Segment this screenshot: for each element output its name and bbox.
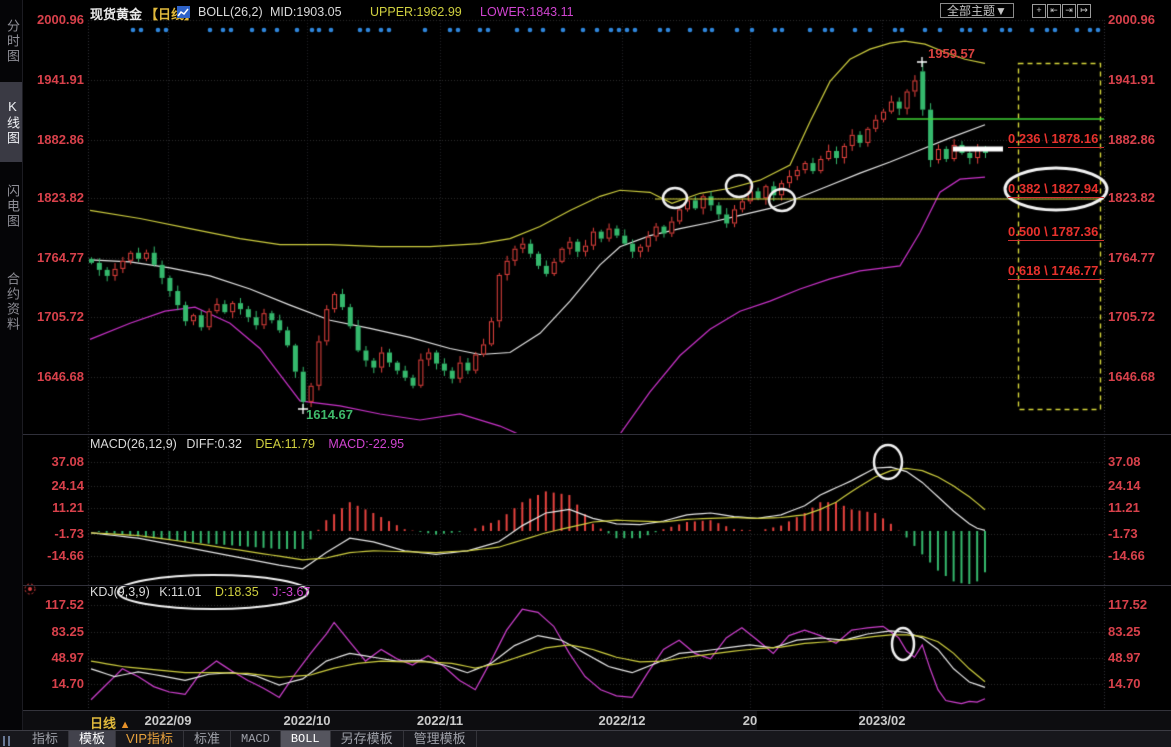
- macd-axis-label-left: -1.73: [24, 526, 84, 541]
- redaction-box: [757, 711, 859, 730]
- price-axis-label-right: 1764.77: [1108, 250, 1155, 265]
- chart-canvas[interactable]: [0, 0, 1171, 747]
- price-axis-label-left: 1705.72: [24, 309, 84, 324]
- macd-axis-label-left: 24.14: [24, 478, 84, 493]
- panel-divider: [0, 434, 1171, 435]
- date-label: 2022/11: [417, 713, 463, 728]
- kdj-axis-label-right: 48.97: [1108, 650, 1141, 665]
- fib-level-label[interactable]: 0.500 \ 1787.36: [1008, 224, 1104, 241]
- date-label: 2023/02: [859, 713, 906, 728]
- pan-icon[interactable]: +: [1032, 4, 1046, 18]
- kdj-axis-label-left: 83.25: [24, 624, 84, 639]
- kdj-d-value: D:18.35: [215, 585, 259, 599]
- peak-price-label: 1959.57: [928, 46, 975, 61]
- fib-level-label[interactable]: 0.236 \ 1878.16: [1008, 131, 1104, 148]
- kdj-axis-label-right: 14.70: [1108, 676, 1141, 691]
- date-label: 2022/09: [145, 713, 192, 728]
- kdj-axis-label-left: 48.97: [24, 650, 84, 665]
- price-axis-label-left: 1764.77: [24, 250, 84, 265]
- sidebar: 分时图 K线图闪电图合约资料: [0, 0, 23, 730]
- macd-axis-label-left: -14.66: [24, 548, 84, 563]
- date-label: 2022/10: [284, 713, 331, 728]
- boll-upper-value: UPPER:1962.99: [370, 5, 462, 19]
- chart-type-icon: [174, 4, 193, 22]
- kdj-title: KDJ(9,3,9): [90, 585, 150, 599]
- price-axis-label-left: 1646.68: [24, 369, 84, 384]
- tab-模板[interactable]: 模板: [69, 731, 116, 747]
- tab-BOLL[interactable]: BOLL: [281, 731, 331, 747]
- price-axis-label-left: 1882.86: [24, 132, 84, 147]
- price-axis-label-right: 1705.72: [1108, 309, 1155, 324]
- expand-x-icon[interactable]: ⇥: [1062, 4, 1076, 18]
- kdj-axis-label-left: 14.70: [24, 676, 84, 691]
- macd-diff-value: DIFF:0.32: [186, 437, 242, 451]
- theme-selector-button[interactable]: 全部主题▼: [940, 3, 1014, 18]
- period-label: 日线: [90, 716, 116, 731]
- bottom-toolbar: 指标模板VIP指标标准MACDBOLL另存模板管理模板: [0, 730, 1171, 747]
- low-price-label: 1614.67: [306, 407, 353, 422]
- macd-header[interactable]: MACD(26,12,9) DIFF:0.32 DEA:11.79 MACD:-…: [90, 437, 404, 451]
- sidebar-item-合约资料[interactable]: 合约资料: [0, 252, 22, 352]
- kdj-j-value: J:-3.67: [272, 585, 310, 599]
- fib-level-label[interactable]: 0.382 \ 1827.94: [1008, 181, 1104, 198]
- tab-MACD[interactable]: MACD: [231, 731, 281, 747]
- macd-axis-label-right: 24.14: [1108, 478, 1141, 493]
- price-axis-label-right: 1823.82: [1108, 190, 1155, 205]
- compress-x-icon[interactable]: ⇤: [1047, 4, 1061, 18]
- tab-标准[interactable]: 标准: [184, 731, 231, 747]
- tab-VIP指标[interactable]: VIP指标: [116, 731, 184, 747]
- boll-lower-value: LOWER:1843.11: [480, 5, 574, 19]
- kdj-axis-label-right: 83.25: [1108, 624, 1141, 639]
- kdj-axis-label-right: 117.52: [1108, 597, 1147, 612]
- macd-axis-label-right: 37.08: [1108, 454, 1141, 469]
- price-axis-label-left: 1941.91: [24, 72, 84, 87]
- macd-axis-label-left: 37.08: [24, 454, 84, 469]
- date-label: 20: [743, 713, 757, 728]
- macd-axis-label-right: 11.21: [1108, 500, 1140, 515]
- macd-axis-label-right: -14.66: [1108, 548, 1145, 563]
- pop-out-icon[interactable]: ↦: [1077, 4, 1091, 18]
- price-axis-label-right: 1941.91: [1108, 72, 1155, 87]
- price-axis-label-right: 1646.68: [1108, 369, 1155, 384]
- trading-app: 现货黄金 【日线】 BOLL(26,2) MID:1903.05 UPPER:1…: [0, 0, 1171, 747]
- macd-value: MACD:-22.95: [328, 437, 404, 451]
- symbol-title: 现货黄金: [90, 4, 142, 23]
- price-axis-label-right: 1882.86: [1108, 132, 1155, 147]
- time-axis: 日线 ▲ 2022/092022/102022/112022/12202023/…: [0, 710, 1171, 731]
- fib-level-label[interactable]: 0.618 \ 1746.77: [1008, 263, 1104, 280]
- kdj-header[interactable]: KDJ(9,3,9) K:11.01 D:18.35 J:-3.67: [90, 585, 310, 599]
- date-label: 2022/12: [599, 713, 646, 728]
- kdj-k-value: K:11.01: [159, 585, 201, 599]
- macd-title: MACD(26,12,9): [90, 437, 177, 451]
- boll-settings-label[interactable]: BOLL(26,2): [198, 5, 263, 19]
- sidebar-item-闪电图[interactable]: 闪电图: [0, 168, 22, 244]
- macd-dea-value: DEA:11.79: [255, 437, 315, 451]
- price-axis-label-left: 1823.82: [24, 190, 84, 205]
- macd-axis-label-right: -1.73: [1108, 526, 1138, 541]
- tab-另存模板[interactable]: 另存模板: [331, 731, 404, 747]
- sidebar-item-K线图[interactable]: K线图: [0, 82, 22, 162]
- kdj-axis-label-left: 117.52: [24, 597, 84, 612]
- tab-管理模板[interactable]: 管理模板: [404, 731, 477, 747]
- sidebar-item-分时图[interactable]: 分时图: [0, 6, 22, 76]
- macd-axis-label-left: 11.21: [24, 500, 84, 515]
- panel-resize-handle-icon[interactable]: [3, 733, 13, 747]
- boll-mid-value: MID:1903.05: [270, 5, 342, 19]
- tab-指标[interactable]: 指标: [22, 731, 69, 747]
